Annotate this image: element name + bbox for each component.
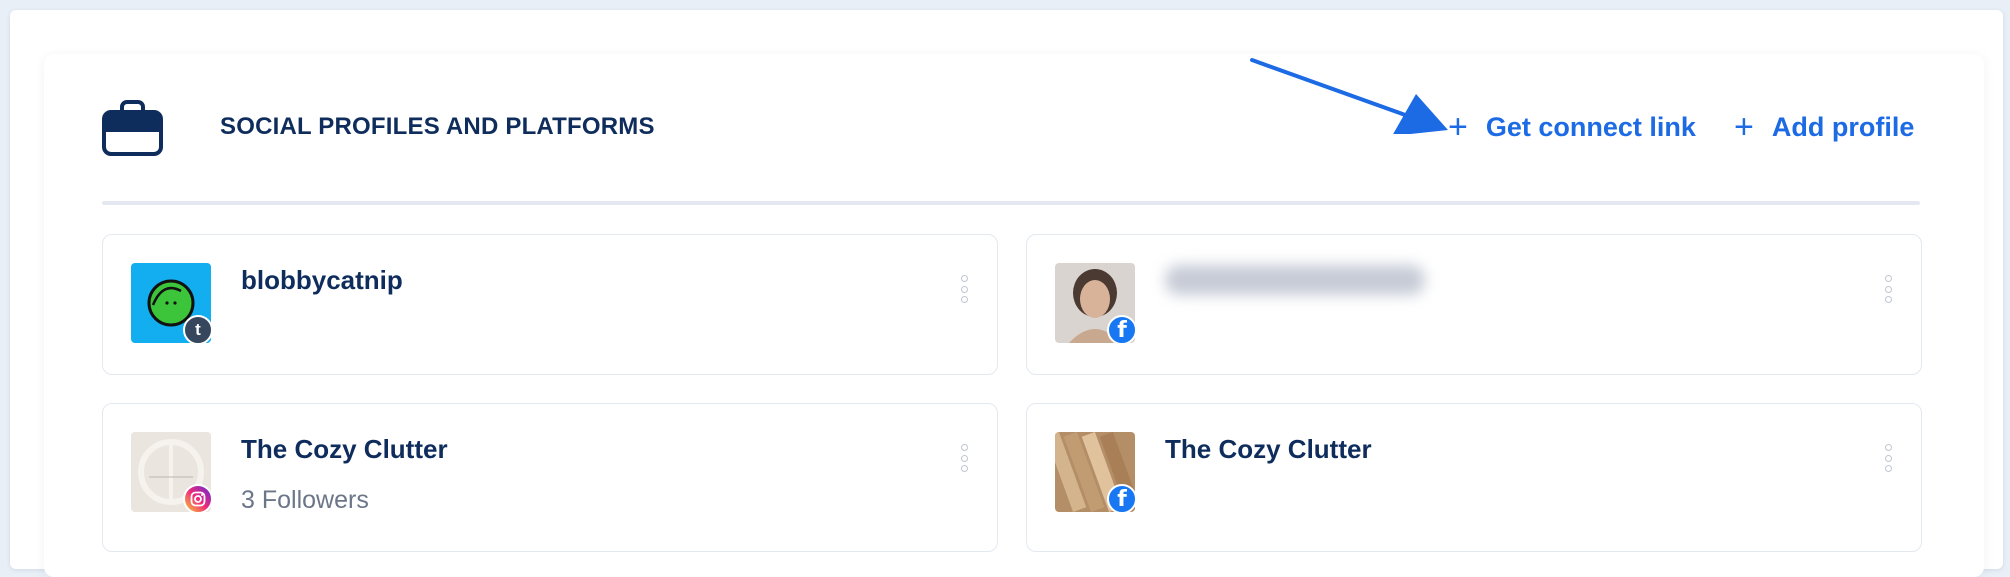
follower-count: 3 Followers bbox=[241, 486, 369, 514]
profile-card[interactable]: t blobbycatnip bbox=[102, 234, 998, 375]
tumblr-icon: t bbox=[183, 315, 213, 345]
profile-card[interactable]: The Cozy Clutter 3 Followers bbox=[102, 403, 998, 552]
annotation-arrow bbox=[1250, 58, 1448, 134]
avatar: f bbox=[1055, 263, 1137, 345]
more-options-icon[interactable] bbox=[959, 275, 969, 303]
more-options-icon[interactable] bbox=[1883, 275, 1893, 303]
avatar bbox=[131, 432, 213, 514]
get-connect-link-label: Get connect link bbox=[1485, 111, 1696, 142]
profile-name: blobbycatnip bbox=[241, 265, 403, 295]
avatar: f bbox=[1055, 432, 1137, 514]
get-connect-link-button[interactable]: + Get connect link bbox=[1448, 110, 1696, 144]
divider bbox=[102, 201, 1920, 205]
more-options-icon[interactable] bbox=[959, 444, 969, 472]
plus-icon: + bbox=[1448, 108, 1468, 146]
facebook-icon: f bbox=[1107, 484, 1137, 514]
instagram-icon bbox=[183, 484, 213, 514]
plus-icon: + bbox=[1734, 108, 1754, 146]
facebook-icon: f bbox=[1107, 315, 1137, 345]
profile-name-obscured bbox=[1165, 265, 1425, 295]
profile-card[interactable]: f bbox=[1026, 234, 1922, 375]
avatar: t bbox=[131, 263, 213, 345]
add-profile-button[interactable]: + Add profile bbox=[1734, 110, 1914, 144]
page-title: SOCIAL PROFILES AND PLATFORMS bbox=[220, 113, 655, 140]
profile-name: The Cozy Clutter bbox=[1165, 434, 1372, 464]
more-options-icon[interactable] bbox=[1883, 444, 1893, 472]
briefcase-icon bbox=[102, 100, 163, 156]
profile-name: The Cozy Clutter bbox=[241, 434, 448, 464]
add-profile-label: Add profile bbox=[1771, 111, 1915, 142]
profile-card[interactable]: f The Cozy Clutter bbox=[1026, 403, 1922, 552]
